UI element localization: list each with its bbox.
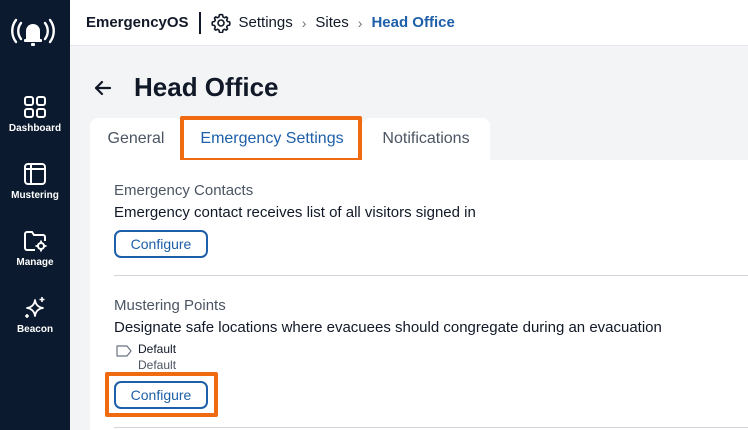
sidebar-item-manage[interactable]: Manage xyxy=(0,228,70,268)
section-description-emergency-contacts: Emergency contact receives list of all v… xyxy=(114,204,476,221)
top-bar: EmergencyOS Settings › Sites › Head Offi… xyxy=(70,0,748,46)
section-title-emergency-contacts: Emergency Contacts xyxy=(114,182,254,199)
sidebar-item-beacon[interactable]: Beacon xyxy=(0,295,70,335)
alarm-bell-logo-icon xyxy=(11,18,55,46)
page-title: Head Office xyxy=(134,72,279,102)
layout-icon xyxy=(24,163,46,185)
tab-bar: General Emergency Settings Notifications xyxy=(90,118,490,160)
section-divider xyxy=(114,427,748,428)
gear-icon xyxy=(210,13,231,33)
sidebar-item-label: Dashboard xyxy=(8,123,62,134)
breadcrumb-current: Head Office xyxy=(371,14,455,31)
section-title-mustering-points: Mustering Points xyxy=(114,297,226,314)
mustering-point-subtitle: Default xyxy=(138,358,177,372)
sidebar-item-label: Mustering xyxy=(11,190,59,201)
sparkle-icon xyxy=(25,297,45,318)
grid-icon xyxy=(24,96,46,118)
section-description-mustering-points: Designate safe locations where evacuees … xyxy=(114,319,662,336)
sidebar-item-label: Manage xyxy=(16,257,54,268)
breadcrumb-chevron-icon: › xyxy=(301,14,307,31)
breadcrumb-settings[interactable]: Settings xyxy=(239,14,293,31)
mustering-point-name: Default xyxy=(138,342,177,356)
breadcrumb-chevron-icon: › xyxy=(357,14,363,31)
sidebar-item-dashboard[interactable]: Dashboard xyxy=(0,94,70,134)
app-name: EmergencyOS xyxy=(86,14,189,31)
configure-mustering-button[interactable]: Configure xyxy=(114,381,208,409)
section-divider xyxy=(114,275,748,276)
sidebar: Dashboard Mustering Manage Beacon xyxy=(0,0,70,430)
back-arrow-icon[interactable] xyxy=(92,77,114,99)
tab-notifications[interactable]: Notifications xyxy=(362,118,490,160)
breadcrumb-sites[interactable]: Sites xyxy=(315,14,348,31)
brand-divider xyxy=(198,11,201,34)
folder-gear-icon xyxy=(24,231,47,252)
tab-general[interactable]: General xyxy=(90,118,182,160)
tag-icon xyxy=(116,345,132,357)
tab-emergency-settings[interactable]: Emergency Settings xyxy=(182,118,362,160)
configure-contacts-button[interactable]: Configure xyxy=(114,230,208,258)
sidebar-item-label: Beacon xyxy=(16,324,54,335)
sidebar-item-mustering[interactable]: Mustering xyxy=(0,161,70,201)
